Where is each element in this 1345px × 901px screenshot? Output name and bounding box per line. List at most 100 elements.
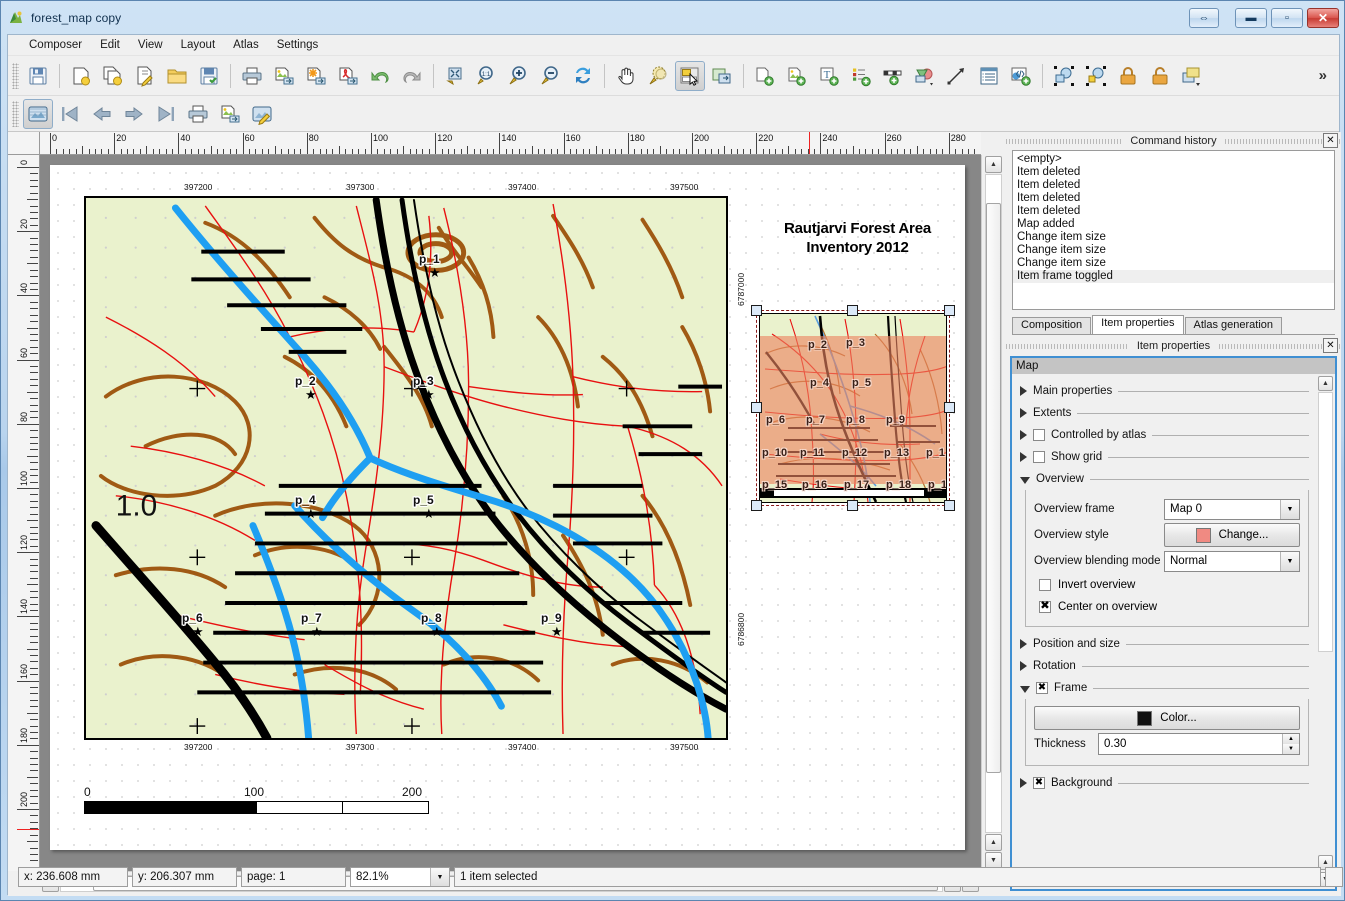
add-map-icon[interactable] bbox=[782, 61, 812, 91]
properties-scrollbar[interactable]: ▲ ▲ ▼ bbox=[1317, 374, 1335, 889]
tab-composition[interactable]: Composition bbox=[1012, 317, 1091, 334]
frame-thickness-input[interactable]: 0.30 ▲ ▼ bbox=[1098, 733, 1300, 755]
save-project-icon[interactable] bbox=[23, 61, 53, 91]
chevron-down-icon[interactable] bbox=[1020, 686, 1030, 693]
export-svg-icon[interactable] bbox=[301, 61, 331, 91]
selection-handle-w[interactable] bbox=[751, 402, 762, 413]
menu-layout[interactable]: Layout bbox=[172, 37, 225, 53]
add-scalebar-icon[interactable] bbox=[878, 61, 908, 91]
menu-composer[interactable]: Composer bbox=[20, 37, 91, 53]
invert-overview-checkbox[interactable] bbox=[1039, 579, 1051, 591]
controlled-by-atlas-checkbox[interactable] bbox=[1033, 429, 1045, 441]
menu-atlas[interactable]: Atlas bbox=[224, 37, 268, 53]
zoom-full-icon[interactable] bbox=[440, 61, 470, 91]
zoom-level-select[interactable]: 82.1% ▼ bbox=[350, 867, 450, 887]
spinner-up-icon[interactable]: ▲ bbox=[1282, 734, 1299, 744]
list-item[interactable]: Change item size bbox=[1013, 231, 1334, 244]
map-item[interactable]: 397200 397300 397400 397500 6787000 6786… bbox=[74, 180, 738, 753]
chevron-down-icon[interactable]: ▼ bbox=[1280, 552, 1299, 571]
zoom-in-icon[interactable] bbox=[504, 61, 534, 91]
atlas-preview-icon[interactable] bbox=[23, 99, 53, 129]
save-template-icon[interactable] bbox=[194, 61, 224, 91]
group-main-properties[interactable]: Main properties bbox=[1016, 380, 1317, 402]
group-overview[interactable]: Overview Overview frame Map 0 ▼ bbox=[1016, 468, 1317, 627]
export-pdf-icon[interactable] bbox=[333, 61, 363, 91]
menu-edit[interactable]: Edit bbox=[91, 37, 129, 53]
chevron-right-icon[interactable] bbox=[1020, 778, 1027, 788]
atlas-prev-icon[interactable] bbox=[87, 99, 117, 129]
vertical-scroll-thumb[interactable] bbox=[986, 203, 1001, 773]
list-item[interactable]: <empty> bbox=[1013, 153, 1334, 166]
frame-checkbox[interactable]: ✖ bbox=[1036, 682, 1048, 694]
map-title-label[interactable]: Rautjarvi Forest Area Inventory 2012 bbox=[750, 220, 965, 258]
chevron-right-icon[interactable] bbox=[1020, 661, 1027, 671]
list-item[interactable]: Item deleted bbox=[1013, 179, 1334, 192]
properties-scroll-track[interactable] bbox=[1318, 392, 1333, 652]
chevron-down-icon[interactable]: ▼ bbox=[1280, 500, 1299, 519]
ungroup-items-icon[interactable] bbox=[1081, 61, 1111, 91]
frame-color-button[interactable]: Color... bbox=[1034, 706, 1300, 730]
toolbar-overflow-button[interactable]: » bbox=[1313, 67, 1333, 84]
toolbar-grip[interactable] bbox=[12, 63, 19, 89]
add-page-icon[interactable] bbox=[750, 61, 780, 91]
atlas-last-icon[interactable] bbox=[151, 99, 181, 129]
chevron-down-icon[interactable] bbox=[1020, 477, 1030, 484]
atlas-export-image-icon[interactable] bbox=[215, 99, 245, 129]
selection-handle-ne[interactable] bbox=[944, 305, 955, 316]
chevron-right-icon[interactable] bbox=[1020, 386, 1027, 396]
zoom-out-icon[interactable] bbox=[536, 61, 566, 91]
zoom-tool-icon[interactable] bbox=[643, 61, 673, 91]
group-background[interactable]: ✖ Background bbox=[1016, 772, 1317, 794]
scroll-up-arrow[interactable]: ▲ bbox=[1318, 376, 1333, 391]
export-image-icon[interactable] bbox=[269, 61, 299, 91]
menu-settings[interactable]: Settings bbox=[268, 37, 328, 53]
selection-handle-e[interactable] bbox=[944, 402, 955, 413]
new-composer-icon[interactable] bbox=[66, 61, 96, 91]
composition-page[interactable]: 397200 397300 397400 397500 6787000 6786… bbox=[50, 165, 965, 850]
canvas-vertical-scrollbar[interactable]: ▲ ▲ ▼ bbox=[981, 155, 1006, 871]
move-item-content-icon[interactable] bbox=[707, 61, 737, 91]
raise-items-icon[interactable] bbox=[1177, 61, 1207, 91]
zoom-100-icon[interactable]: 1:1 bbox=[472, 61, 502, 91]
chevron-right-icon[interactable] bbox=[1020, 430, 1027, 440]
group-position-and-size[interactable]: Position and size bbox=[1016, 633, 1317, 655]
group-rotation[interactable]: Rotation bbox=[1016, 655, 1317, 677]
chevron-right-icon[interactable] bbox=[1020, 408, 1027, 418]
add-legend-icon[interactable] bbox=[846, 61, 876, 91]
group-controlled-by-atlas[interactable]: Controlled by atlas bbox=[1016, 424, 1317, 446]
selection-handle-se[interactable] bbox=[944, 500, 955, 511]
group-items-icon[interactable] bbox=[1049, 61, 1079, 91]
show-grid-checkbox[interactable] bbox=[1033, 451, 1045, 463]
selection-handle-sw[interactable] bbox=[751, 500, 762, 511]
list-item[interactable]: Item deleted bbox=[1013, 192, 1334, 205]
close-icon[interactable]: ✕ bbox=[1323, 338, 1338, 353]
list-item[interactable]: Item deleted bbox=[1013, 205, 1334, 218]
chevron-right-icon[interactable] bbox=[1020, 452, 1027, 462]
list-item[interactable]: Change item size bbox=[1013, 257, 1334, 270]
composition-scene[interactable]: 397200 397300 397400 397500 6787000 6786… bbox=[40, 155, 981, 871]
redo-icon[interactable] bbox=[397, 61, 427, 91]
scroll-up-arrow[interactable]: ▲ bbox=[985, 156, 1002, 173]
load-template-icon[interactable] bbox=[162, 61, 192, 91]
group-show-grid[interactable]: Show grid bbox=[1016, 446, 1317, 468]
group-extents[interactable]: Extents bbox=[1016, 402, 1317, 424]
atlas-settings-icon[interactable] bbox=[247, 99, 277, 129]
map-canvas[interactable]: 1.0 p_1 ★ p_2 ★ p_3 ★ p_4 ★ p_5 bbox=[84, 196, 728, 740]
select-move-item-icon[interactable] bbox=[675, 61, 705, 91]
invert-overview-row[interactable]: Invert overview bbox=[1034, 574, 1300, 596]
spinner-down-icon[interactable]: ▼ bbox=[1282, 744, 1299, 754]
undo-icon[interactable] bbox=[365, 61, 395, 91]
close-button[interactable]: ✕ bbox=[1307, 8, 1339, 28]
scalebar-item[interactable]: 0 100 200 m bbox=[84, 785, 429, 814]
scroll-up-arrow-2[interactable]: ▲ bbox=[985, 834, 1002, 851]
add-shape-icon[interactable] bbox=[910, 61, 940, 91]
selection-handle-n[interactable] bbox=[847, 305, 858, 316]
list-item[interactable]: Change item size bbox=[1013, 244, 1334, 257]
minimize-button[interactable]: ▬ bbox=[1235, 8, 1267, 28]
list-item[interactable]: Item deleted bbox=[1013, 166, 1334, 179]
selection-handle-nw[interactable] bbox=[751, 305, 762, 316]
chevron-down-icon[interactable]: ▼ bbox=[430, 868, 449, 886]
overview-style-change-button[interactable]: Change... bbox=[1164, 523, 1300, 547]
collapse-button[interactable]: ⇔ bbox=[1189, 8, 1219, 28]
list-item-selected[interactable]: Item frame toggled bbox=[1013, 270, 1334, 283]
